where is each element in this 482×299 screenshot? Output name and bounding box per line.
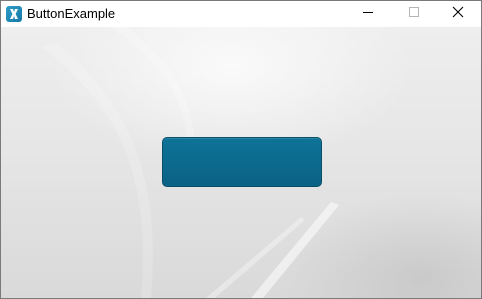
close-button[interactable] [435, 1, 481, 27]
minimize-icon [362, 5, 374, 23]
xamarin-x-icon [6, 6, 22, 22]
main-action-button[interactable] [162, 137, 322, 187]
title-bar[interactable]: ButtonExample [1, 1, 481, 27]
maximize-button[interactable] [391, 1, 437, 27]
close-icon [452, 5, 464, 23]
minimize-button[interactable] [345, 1, 391, 27]
maximize-icon [408, 5, 420, 23]
window-content [1, 27, 481, 298]
app-window: ButtonExample [0, 0, 482, 299]
window-title: ButtonExample [27, 6, 116, 21]
